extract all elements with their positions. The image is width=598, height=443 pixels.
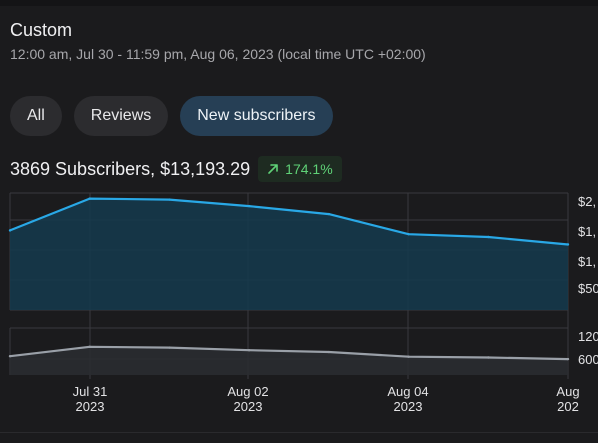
x-tick-label-year: 2023 — [234, 399, 263, 414]
x-tick-label-year: 2023 — [394, 399, 423, 414]
revenue-series-point — [168, 198, 171, 201]
x-tick-label-date: Jul 31 — [73, 384, 108, 399]
y-tick-label: 120 — [578, 329, 598, 344]
revenue-series-point — [487, 235, 490, 239]
revenue-series-point — [327, 212, 331, 216]
revenue-series-point — [566, 243, 570, 246]
subscriber-series-point — [168, 346, 171, 349]
subscriber-series-point — [327, 350, 331, 354]
subscriber-series-point — [407, 355, 410, 358]
subscriber-series-point — [566, 357, 570, 361]
x-tick-label-year: 2023 — [76, 399, 105, 414]
change-value: 174.1% — [285, 161, 333, 177]
x-tick-label-year: 202 — [557, 399, 579, 414]
y-tick-label: $50 — [578, 281, 598, 296]
x-tick-label-date: Aug — [556, 384, 579, 399]
revenue-series-point — [407, 232, 410, 236]
y-tick-label: 600 — [578, 352, 598, 367]
revenue-series-area — [10, 198, 568, 310]
subscriber-series-point — [487, 356, 490, 359]
filter-chip-reviews[interactable]: Reviews — [73, 96, 169, 136]
summary-row: 3869 Subscribers, $13,193.29 174.1% — [10, 156, 342, 182]
subscriber-series-point — [8, 355, 12, 358]
y-tick-label: $1, — [578, 224, 596, 239]
x-tick-label-date: Aug 04 — [387, 384, 428, 399]
page-title: Custom — [10, 20, 73, 40]
subscriber-series-point — [88, 345, 91, 348]
change-badge: 174.1% — [258, 156, 342, 182]
revenue-series-point — [247, 204, 251, 208]
y-tick-label: $1, — [578, 254, 596, 269]
summary-text: 3869 Subscribers, $13,193.29 — [10, 158, 251, 179]
y-tick-label: $2, — [578, 194, 596, 209]
filter-chip-new-subscribers[interactable]: New subscribers — [180, 96, 333, 136]
filter-chip-all[interactable]: All — [10, 96, 62, 136]
filter-chips: All Reviews New subscribers — [10, 96, 333, 136]
arrow-up-right-icon — [268, 164, 278, 174]
revenue-series-point — [88, 197, 91, 200]
subscriber-series-point — [247, 348, 251, 352]
date-range-text: 12:00 am, Jul 30 - 11:59 pm, Aug 06, 202… — [10, 46, 426, 62]
subscribers-chart[interactable]: $2,$1,$1,$50120600Jul 312023Aug 022023Au… — [0, 186, 598, 432]
revenue-series-point — [8, 229, 12, 232]
bottom-divider — [0, 432, 598, 433]
x-tick-label-date: Aug 02 — [227, 384, 268, 399]
top-strip — [0, 0, 598, 6]
